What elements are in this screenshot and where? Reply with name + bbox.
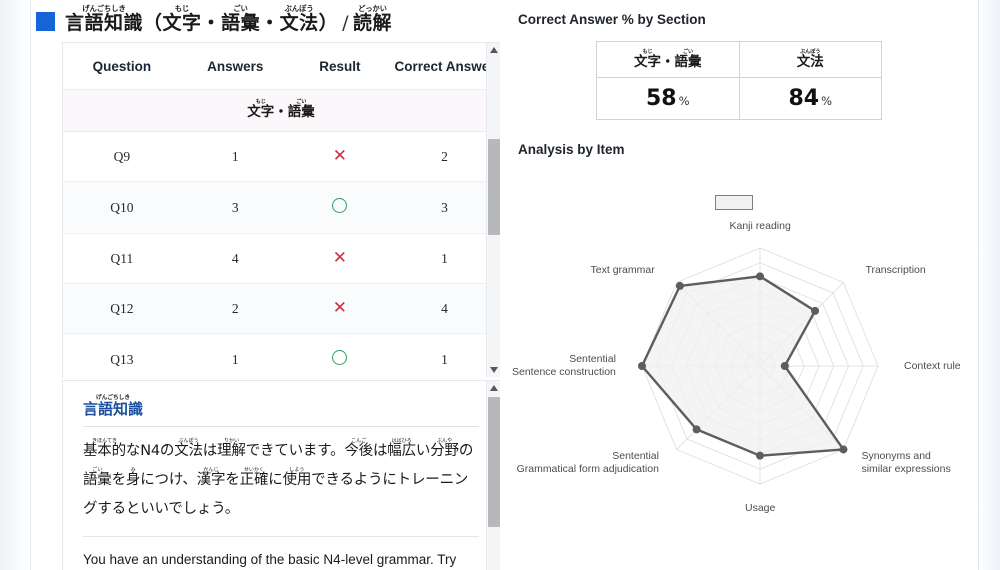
page-gutter-right bbox=[978, 0, 1000, 570]
feedback-heading: 言語知識げんごちしき bbox=[83, 395, 144, 418]
question-table-panel: Question Answers Result Correct Answer 文… bbox=[62, 42, 500, 378]
page-header: 言語知識げんごちしき（文字もじ・語彙ごい・文法ぶんぽう） / 読解どっかい bbox=[36, 4, 392, 33]
feedback-text-japanese: 基本的きほんてきなN4の文法ぶんぽうは理解りかいできています。今後こんごは幅広は… bbox=[83, 437, 474, 517]
cell-question: Q12 bbox=[63, 283, 181, 334]
column-header-question: Question bbox=[63, 43, 181, 90]
cell-answer: 4 bbox=[180, 233, 290, 284]
section-score-value-bunpou: 84 bbox=[788, 86, 820, 111]
section-score-value-row: 58% 84% bbox=[596, 77, 882, 120]
radar-legend-swatch bbox=[715, 195, 753, 210]
section-score-cell-moji-goi: 58% bbox=[596, 77, 740, 120]
cell-answer: 2 bbox=[180, 283, 290, 334]
feedback-scrollbar-thumb[interactable] bbox=[488, 397, 500, 527]
sections-panel-title: Correct Answer % by Section bbox=[518, 12, 706, 27]
table-row[interactable]: Q10 3 3 bbox=[63, 181, 499, 234]
radar-axis-label: Context rule bbox=[904, 359, 961, 372]
cell-correct-answer: 3 bbox=[389, 181, 499, 234]
feedback-divider-2 bbox=[83, 535, 479, 537]
result-incorrect-icon: ✕ bbox=[332, 146, 347, 166]
cell-correct-answer: 1 bbox=[389, 233, 499, 284]
page-edge-rule-left bbox=[30, 0, 31, 570]
table-row[interactable]: Q11 4 ✕ 1 bbox=[63, 233, 499, 284]
page-edge-rule-right bbox=[978, 0, 979, 570]
cell-answer: 1 bbox=[180, 333, 290, 378]
feedback-divider bbox=[83, 425, 479, 427]
feedback-panel: 言語知識げんごちしき 基本的きほんてきなN4の文法ぶんぽうは理解りかいできていま… bbox=[62, 380, 500, 570]
table-row[interactable]: Q9 1 ✕ 2 bbox=[63, 131, 499, 182]
cell-answer: 3 bbox=[180, 181, 290, 234]
page-root: 言語知識げんごちしき（文字もじ・語彙ごい・文法ぶんぽう） / 読解どっかい Ques… bbox=[0, 0, 1000, 570]
section-score-unit-bunpou: % bbox=[821, 94, 833, 108]
question-table: Question Answers Result Correct Answer 文… bbox=[63, 43, 499, 378]
result-correct-icon bbox=[332, 198, 348, 213]
feedback-text-english: You have an understanding of the basic N… bbox=[83, 551, 457, 567]
radar-chart: Kanji reading Transcription Context rule Sy… bbox=[512, 171, 978, 514]
section-score-value-moji-goi: 58 bbox=[645, 86, 677, 111]
radar-axis-label: Kanji reading bbox=[729, 219, 791, 232]
cell-question: Q9 bbox=[63, 131, 181, 182]
section-score-cell-bunpou: 84% bbox=[738, 77, 882, 120]
left-column: Question Answers Result Correct Answer 文… bbox=[62, 42, 500, 570]
cell-result bbox=[289, 181, 390, 234]
radar-axis-label: Sentential Sentence construction bbox=[512, 353, 616, 378]
table-section-label: 文字もじ・語彙ごい bbox=[63, 89, 499, 132]
question-table-body: 文字もじ・語彙ごい Q9 1 ✕ 2 Q10 3 3 Q11 4 ✕ 1 Q12 2 ✕ 4 Q13 1 1 bbox=[63, 89, 499, 378]
cell-correct-answer: 1 bbox=[389, 333, 499, 378]
table-scrollbar-down-arrow-icon[interactable] bbox=[487, 363, 501, 377]
section-score-header-row: 文字もじ・語彙ごい 文法ぶんぽう bbox=[596, 41, 882, 78]
table-scrollbar[interactable] bbox=[486, 43, 500, 377]
column-header-result: Result bbox=[289, 43, 390, 90]
table-scrollbar-thumb[interactable] bbox=[488, 139, 500, 235]
table-row[interactable]: Q13 1 1 bbox=[63, 333, 499, 378]
table-row[interactable]: Q12 2 ✕ 4 bbox=[63, 283, 499, 334]
section-score-unit-moji-goi: % bbox=[678, 94, 690, 108]
page-title: 言語知識げんごちしき（文字もじ・語彙ごい・文法ぶんぽう） / 読解どっかい bbox=[65, 4, 393, 34]
table-section-row: 文字もじ・語彙ごい bbox=[63, 89, 499, 132]
cell-result bbox=[289, 333, 390, 378]
section-score-label-moji-goi: 文字もじ・語彙ごい bbox=[596, 41, 740, 78]
radar-axis-label: Synonyms and similar expressions bbox=[861, 450, 951, 476]
table-scrollbar-up-arrow-icon[interactable] bbox=[487, 43, 501, 57]
feedback-scrollbar-up-arrow-icon[interactable] bbox=[487, 381, 501, 395]
cell-correct-answer: 4 bbox=[389, 283, 499, 334]
radar-axis-label: Usage bbox=[745, 501, 776, 514]
page-gutter-left bbox=[0, 0, 30, 570]
radar-axis-label: Sentential Grammatical form adjudication bbox=[516, 450, 659, 476]
cell-result: ✕ bbox=[289, 131, 390, 182]
cell-result: ✕ bbox=[289, 283, 390, 334]
radar-axis-label: Text grammar bbox=[590, 264, 655, 277]
cell-correct-answer: 2 bbox=[389, 131, 499, 182]
feedback-scrollbar[interactable] bbox=[486, 381, 500, 570]
column-header-answers: Answers bbox=[180, 43, 290, 90]
table-header-row: Question Answers Result Correct Answer bbox=[63, 43, 499, 90]
cell-question: Q11 bbox=[63, 233, 181, 284]
radar-axis-label: Transcription bbox=[865, 264, 926, 277]
section-score-table: 文字もじ・語彙ごい 文法ぶんぽう 58% 84% bbox=[596, 41, 882, 120]
result-correct-icon bbox=[332, 350, 348, 365]
section-marker-icon bbox=[36, 12, 55, 31]
result-incorrect-icon: ✕ bbox=[332, 248, 347, 268]
cell-question: Q13 bbox=[63, 333, 181, 378]
cell-result: ✕ bbox=[289, 233, 390, 284]
right-column: Correct Answer % by Section 文字もじ・語彙ごい 文法… bbox=[512, 12, 978, 514]
cell-answer: 1 bbox=[180, 131, 290, 182]
cell-question: Q10 bbox=[63, 181, 181, 234]
column-header-correct-answer: Correct Answer bbox=[389, 43, 499, 90]
result-incorrect-icon: ✕ bbox=[332, 298, 347, 318]
section-score-label-bunpou: 文法ぶんぽう bbox=[738, 41, 882, 78]
analysis-panel-title: Analysis by Item bbox=[518, 142, 625, 157]
